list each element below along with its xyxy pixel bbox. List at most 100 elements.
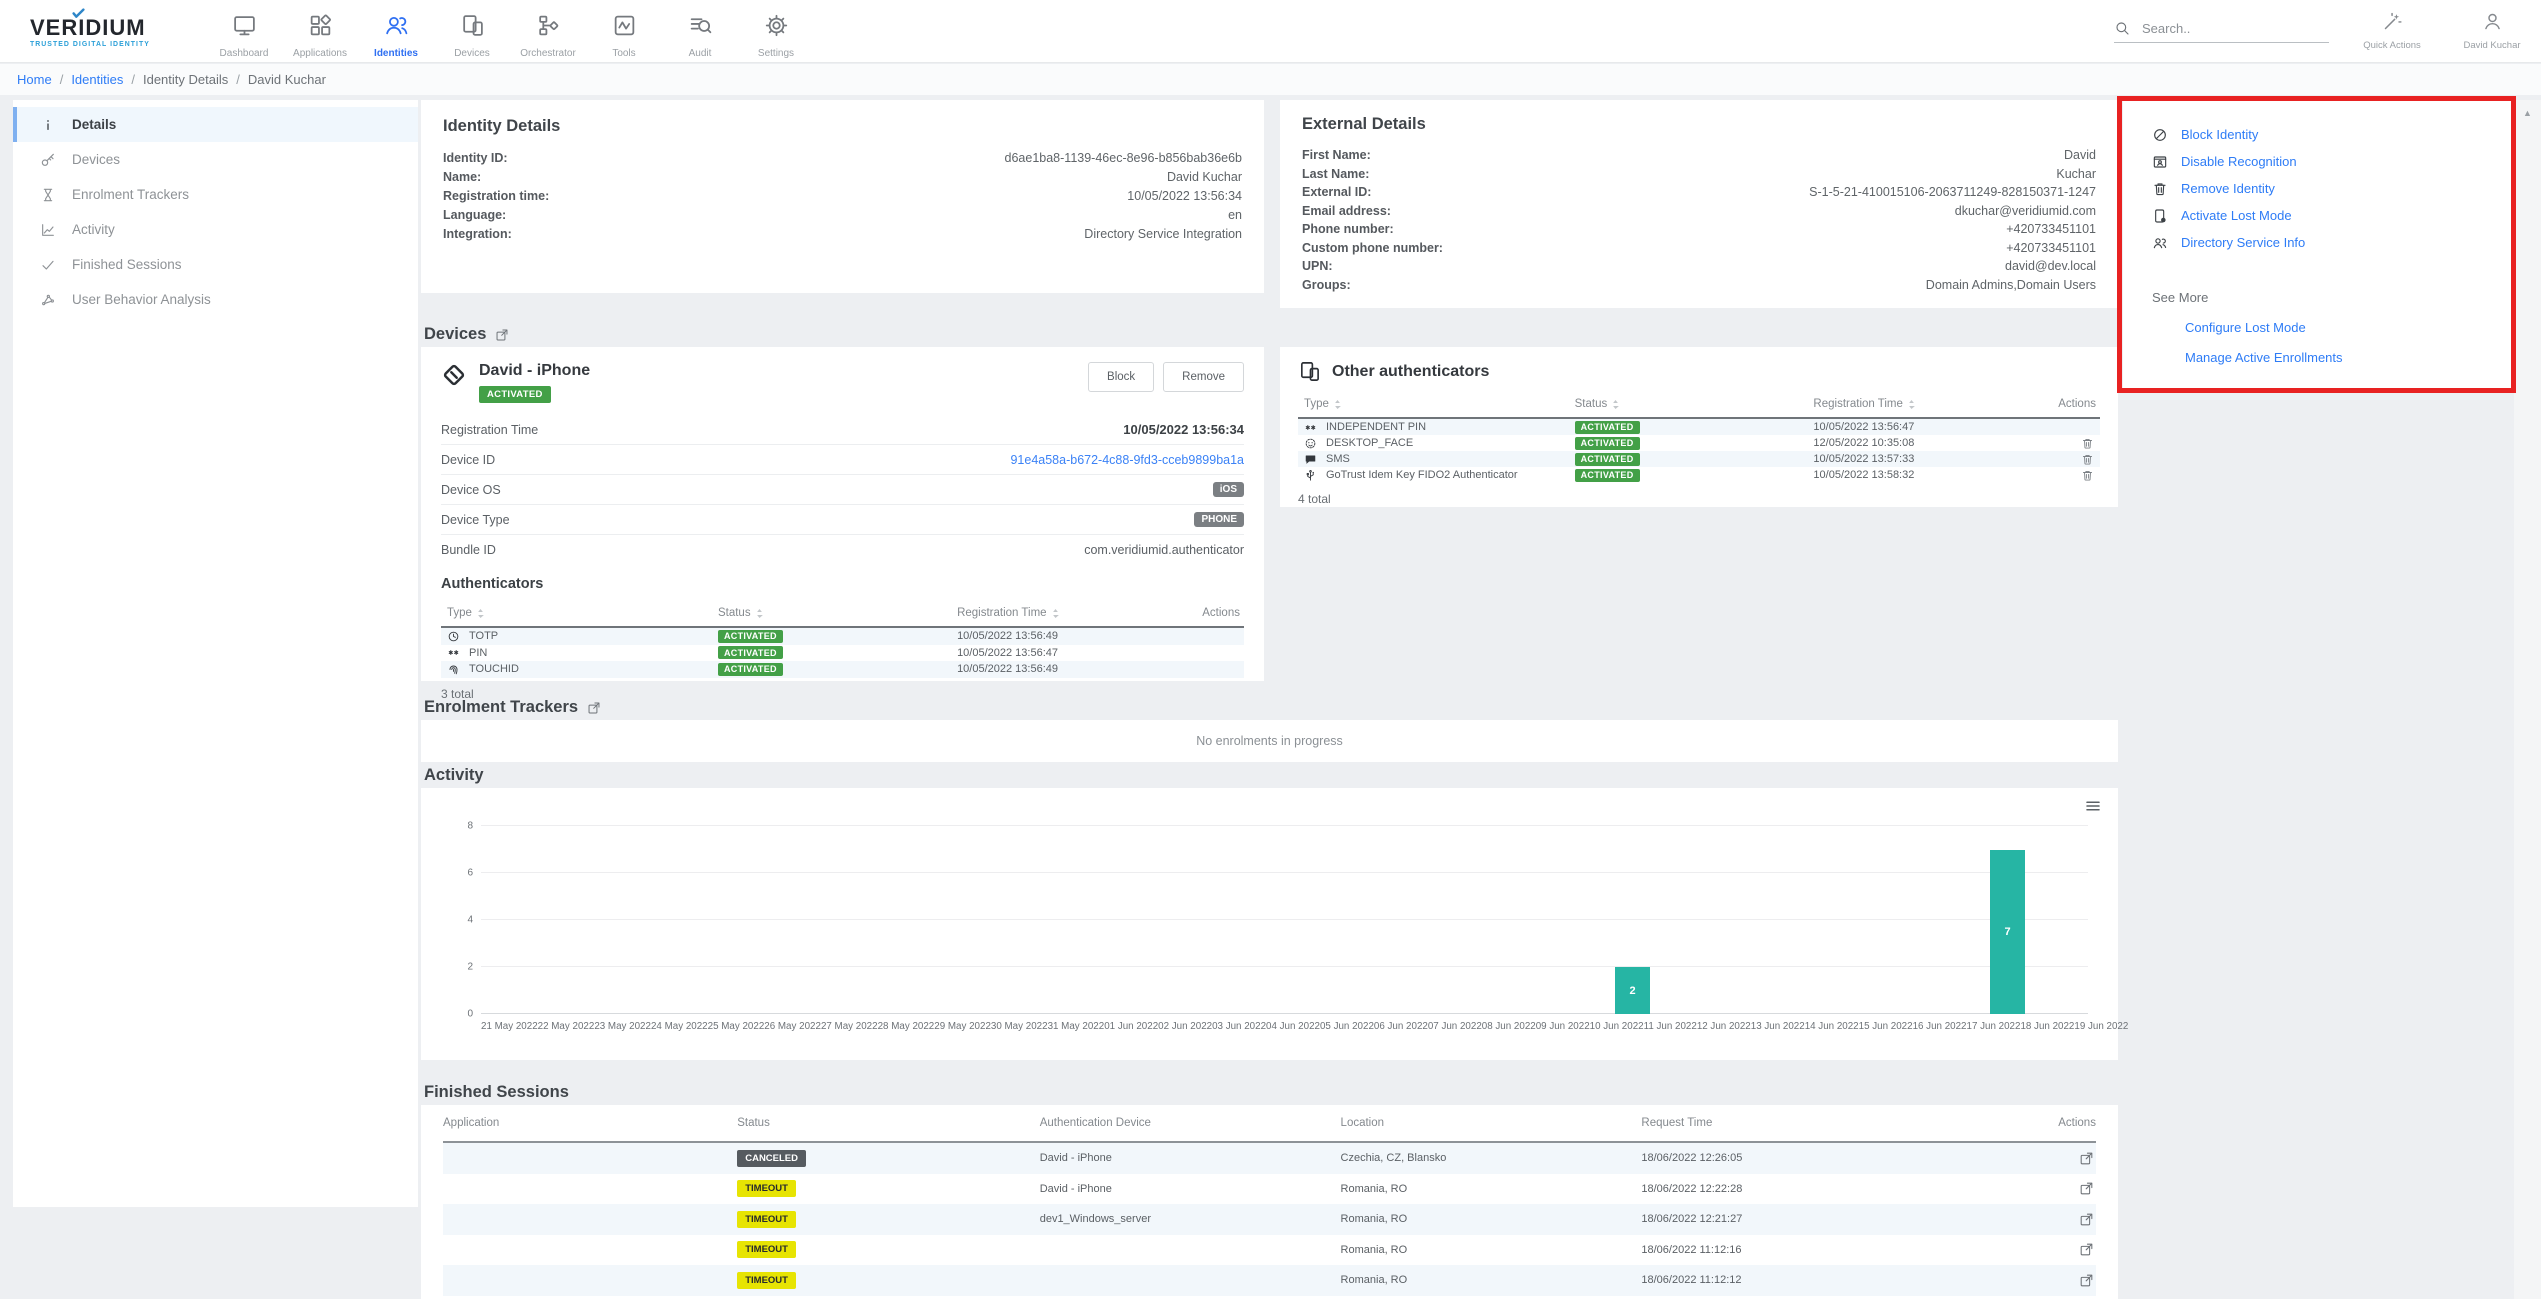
delete-authenticator-button[interactable]: [2081, 469, 2094, 482]
x-axis-tick-label: 01 Jun 2022: [1104, 1021, 1158, 1032]
sidebar-item-details[interactable]: Details: [13, 107, 418, 142]
nav-item-identities[interactable]: Identities: [358, 4, 434, 59]
column-header-location: Location: [1341, 1117, 1642, 1129]
sidebar-item-activity[interactable]: Activity: [13, 212, 418, 247]
x-axis-tick-label: 21 May 2022: [481, 1021, 538, 1032]
remove-identity-link[interactable]: Remove Identity: [2152, 175, 2513, 202]
x-axis-tick-label: 13 Jun 2022: [1751, 1021, 1805, 1032]
user-menu-label: David Kuchar: [2455, 40, 2529, 51]
main-nav: DashboardApplicationsIdentitiesDevicesOr…: [206, 4, 814, 59]
authenticator-row-totp: TOTPACTIVATED10/05/2022 13:56:49: [441, 628, 1244, 645]
topbar-right: Quick Actions David Kuchar: [2114, 11, 2529, 51]
delete-authenticator-button[interactable]: [2081, 453, 2094, 466]
block-button[interactable]: Block: [1088, 362, 1154, 392]
device-field-device-os: Device OSiOS: [441, 475, 1244, 505]
session-request-time: 18/06/2022 12:21:27: [1641, 1213, 1996, 1225]
nav-item-settings[interactable]: Settings: [738, 4, 814, 59]
bar-18-jun-2022[interactable]: 7: [1990, 850, 2025, 1015]
x-axis-tick-label: 03 Jun 2022: [1212, 1021, 1266, 1032]
chart-menu-icon[interactable]: [2084, 797, 2102, 815]
nav-item-dashboard[interactable]: Dashboard: [206, 4, 282, 59]
sidebar-item-finished-sessions[interactable]: Finished Sessions: [13, 247, 418, 282]
disable-recognition-link[interactable]: Disable Recognition: [2152, 148, 2513, 175]
nav-item-devices[interactable]: Devices: [434, 4, 510, 59]
usbkey-icon: [1304, 469, 1317, 482]
authenticators-table: TypeStatusRegistration TimeActionsTOTPAC…: [441, 601, 1244, 678]
open-session-icon[interactable]: [2079, 1273, 2094, 1288]
chart-slot: [856, 826, 910, 1014]
detail-row: Name:David Kuchar: [443, 167, 1242, 186]
nav-item-audit[interactable]: Audit: [662, 4, 738, 59]
configure-lost-mode-link[interactable]: Configure Lost Mode: [2185, 320, 2513, 335]
chart-slot: [1338, 826, 1392, 1014]
bar-11-jun-2022[interactable]: 2: [1615, 967, 1650, 1014]
nav-item-orchestrator[interactable]: Orchestrator: [510, 4, 586, 59]
column-header-registration-time[interactable]: Registration Time: [957, 607, 1188, 619]
quick-actions-button[interactable]: Quick Actions: [2355, 11, 2429, 51]
chart-slot: [1392, 826, 1446, 1014]
detail-row: Custom phone number:+420733451101: [1302, 239, 2096, 258]
open-session-icon[interactable]: [2079, 1242, 2094, 1257]
device-field-label: Bundle ID: [441, 543, 496, 557]
scrollbar-up-arrow[interactable]: ▲: [2523, 109, 2532, 1299]
pin-icon: [1304, 421, 1317, 434]
authenticator-type: TOTP: [447, 630, 718, 643]
status-badge: ACTIVATED: [1575, 469, 1640, 482]
detail-value: d6ae1ba8-1139-46ec-8e96-b856bab36e6b: [1005, 151, 1242, 165]
sidebar-item-devices[interactable]: Devices: [13, 142, 418, 177]
key-icon: [40, 152, 56, 168]
search-input[interactable]: [2140, 20, 2314, 37]
chart-slot: [1659, 826, 1713, 1014]
see-more-label: See More: [2152, 290, 2513, 305]
dirusers-icon: [2152, 235, 2168, 251]
column-header-registration-time[interactable]: Registration Time: [1813, 398, 2044, 410]
sidebar: DetailsDevices Enrolment Trackers Activity…: [13, 100, 418, 1207]
nav-item-tools[interactable]: Tools: [586, 4, 662, 59]
nav-item-applications[interactable]: Applications: [282, 4, 358, 59]
column-header-type[interactable]: Type: [1304, 398, 1575, 410]
search-box[interactable]: [2114, 20, 2329, 43]
y-axis-tick-label: 4: [451, 915, 473, 926]
session-location: Romania, RO: [1341, 1244, 1642, 1256]
breadcrumb-identities[interactable]: Identities: [71, 72, 123, 87]
column-header-status[interactable]: Status: [1575, 398, 1814, 410]
registration-time: 12/05/2022 10:35:08: [1813, 437, 2044, 449]
sidebar-item-label: Enrolment Trackers: [72, 187, 189, 202]
identity-actions-panel: Block IdentityDisable RecognitionRemove …: [2123, 100, 2513, 389]
chart-slot: [1284, 826, 1338, 1014]
registration-time: 10/05/2022 13:56:49: [957, 663, 1188, 675]
breadcrumb-home[interactable]: Home: [17, 72, 52, 87]
delete-authenticator-button[interactable]: [2081, 437, 2094, 450]
block-identity-link[interactable]: Block Identity: [2152, 121, 2513, 148]
finished-sessions-title: Finished Sessions: [424, 1083, 569, 1102]
sidebar-item-enrolment-trackers[interactable]: Enrolment Trackers: [13, 177, 418, 212]
sidebar-item-user-behavior-analysis[interactable]: User Behavior Analysis: [13, 282, 418, 317]
finished-sessions-card: ApplicationStatusAuthentication DeviceLo…: [421, 1105, 2118, 1299]
user-menu[interactable]: David Kuchar: [2455, 11, 2529, 51]
chart-plot-area: 27: [481, 826, 2088, 1014]
authenticator-row-touchid: TOUCHIDACTIVATED10/05/2022 13:56:49: [441, 661, 1244, 678]
status-badge: ACTIVATED: [1575, 453, 1640, 466]
session-location: Czechia, CZ, Blansko: [1341, 1152, 1642, 1164]
pin-icon: [447, 646, 460, 659]
directory-service-info-link[interactable]: Directory Service Info: [2152, 229, 2513, 256]
device-field-label: Device Type: [441, 513, 510, 527]
open-session-icon[interactable]: [2079, 1151, 2094, 1166]
column-header-status[interactable]: Status: [718, 607, 957, 619]
chart-slot: [695, 826, 749, 1014]
manage-active-enrollments-link[interactable]: Manage Active Enrollments: [2185, 350, 2513, 365]
x-axis-tick-label: 08 Jun 2022: [1482, 1021, 1536, 1032]
remove-button[interactable]: Remove: [1163, 362, 1244, 392]
activate-lost-mode-link[interactable]: Activate Lost Mode: [2152, 202, 2513, 229]
page-scrollbar[interactable]: ▲: [2514, 100, 2541, 1299]
chart-slot: 2: [1606, 826, 1660, 1014]
open-devices-icon[interactable]: [495, 328, 509, 342]
detail-label: Last Name:: [1302, 167, 1369, 181]
open-session-icon[interactable]: [2079, 1181, 2094, 1196]
detail-label: UPN:: [1302, 259, 1333, 273]
open-enrolment-icon[interactable]: [587, 701, 601, 715]
audit-icon: [688, 13, 713, 38]
open-session-icon[interactable]: [2079, 1212, 2094, 1227]
device-id-link[interactable]: 91e4a58a-b672-4c88-9fd3-cceb9899ba1a: [1010, 453, 1244, 467]
column-header-type[interactable]: Type: [447, 607, 718, 619]
